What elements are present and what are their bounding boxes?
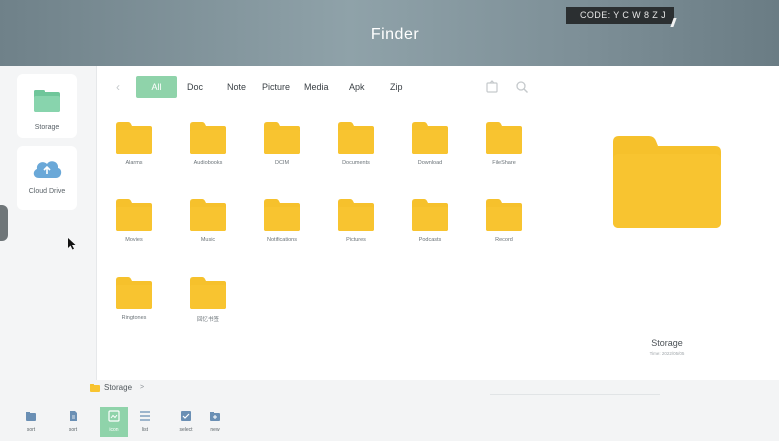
- sort-file-label: sort: [68, 427, 78, 433]
- folder-icon: [190, 277, 226, 309]
- folder-icon: [190, 122, 226, 154]
- select-icon: [181, 411, 191, 421]
- icon-view-button[interactable]: icon: [100, 407, 128, 437]
- bottom-bar: Storage > sort sort icon list select new: [0, 380, 779, 441]
- folder-icon: [190, 199, 226, 231]
- sort-folder-button[interactable]: sort: [20, 410, 42, 436]
- folder-name: 回忆书签: [196, 317, 219, 323]
- refresh-icon[interactable]: [485, 80, 499, 94]
- sidebar-item-label: Storage: [34, 124, 60, 131]
- sort-folder-label: sort: [26, 427, 36, 433]
- folder-name: DCIM: [274, 160, 290, 166]
- sidebar-item-storage[interactable]: Storage: [17, 74, 77, 138]
- folder-name: Download: [417, 160, 443, 166]
- side-drawer-handle[interactable]: [0, 205, 8, 241]
- file-browser: ‹ All Doc Note Picture Media Apk Zip Ala…: [97, 66, 779, 380]
- folder-item[interactable]: Movies: [97, 198, 157, 256]
- back-icon[interactable]: ‹: [111, 80, 125, 94]
- preview-name: Storage: [651, 338, 683, 348]
- folder-icon: [116, 277, 152, 309]
- new-folder-icon: [210, 412, 220, 421]
- divider: [490, 394, 660, 395]
- grid-view-icon: [108, 410, 120, 422]
- tab-note[interactable]: Note: [227, 80, 246, 94]
- search-icon[interactable]: [515, 80, 529, 94]
- preview-time: Time: 2022/05/05: [649, 351, 685, 356]
- list-view-icon: [140, 411, 150, 421]
- sidebar-item-label: Cloud Drive: [28, 188, 66, 195]
- tab-all[interactable]: All: [136, 76, 177, 98]
- new-folder-label: new: [210, 427, 220, 433]
- folder-item[interactable]: Notifications: [245, 198, 305, 256]
- folder-item[interactable]: Pictures: [319, 198, 379, 256]
- tab-media[interactable]: Media: [304, 80, 329, 94]
- code-badge: CODE: Y C W 8 Z J: [566, 7, 674, 24]
- cloud-icon: [33, 161, 62, 178]
- icon-view-label: icon: [109, 427, 119, 433]
- folder-name: Audiobooks: [193, 160, 223, 166]
- file-sort-icon: [70, 411, 77, 421]
- folder-name: Ringtones: [121, 315, 147, 321]
- tab-zip[interactable]: Zip: [390, 80, 403, 94]
- folder-name: Notifications: [267, 237, 297, 243]
- folder-item[interactable]: Alarms: [97, 121, 157, 179]
- folder-icon: [338, 122, 374, 154]
- select-label: select: [179, 427, 193, 433]
- folder-item[interactable]: DCIM: [245, 121, 305, 179]
- new-folder-button[interactable]: new: [204, 410, 226, 436]
- folder-icon: [412, 122, 448, 154]
- breadcrumb-folder-icon: [90, 384, 100, 392]
- preview-folder-icon: [613, 136, 721, 228]
- folder-sort-icon: [26, 412, 36, 421]
- folder-icon: [116, 122, 152, 154]
- folder-item[interactable]: Podcasts: [393, 198, 453, 256]
- sort-file-button[interactable]: sort: [62, 410, 84, 436]
- breadcrumb-separator: >: [140, 384, 145, 391]
- select-button[interactable]: select: [175, 410, 197, 436]
- folder-item[interactable]: Record: [467, 198, 527, 256]
- folder-name: FileShare: [492, 160, 516, 166]
- folder-name: Pictures: [346, 237, 366, 243]
- folder-item[interactable]: 回忆书签: [171, 276, 231, 334]
- folder-icon: [412, 199, 448, 231]
- folder-name: Documents: [342, 160, 370, 166]
- sidebar: Storage Cloud Drive: [0, 66, 97, 380]
- folder-icon: [338, 199, 374, 231]
- tab-picture[interactable]: Picture: [262, 80, 290, 94]
- folder-name: Alarms: [125, 160, 143, 166]
- folder-item[interactable]: Download: [393, 121, 453, 179]
- window-title: Finder: [370, 26, 420, 43]
- category-tabs: ‹ All Doc Note Picture Media Apk Zip: [97, 76, 557, 98]
- title-bar: Finder CODE: Y C W 8 Z J: [0, 0, 779, 66]
- folder-name: Podcasts: [418, 237, 442, 243]
- folder-icon: [116, 199, 152, 231]
- folder-icon: [486, 199, 522, 231]
- folder-icon: [264, 122, 300, 154]
- folder-item[interactable]: Documents: [319, 121, 379, 179]
- breadcrumb-label: Storage: [104, 383, 133, 392]
- folder-item[interactable]: Ringtones: [97, 276, 157, 334]
- folder-icon: [264, 199, 300, 231]
- folder-name: Record: [495, 237, 513, 243]
- sidebar-item-cloud-drive[interactable]: Cloud Drive: [17, 146, 77, 210]
- list-view-label: list: [141, 427, 149, 433]
- folder-name: Movies: [125, 237, 143, 243]
- folder-item[interactable]: Audiobooks: [171, 121, 231, 179]
- tab-apk[interactable]: Apk: [349, 80, 365, 94]
- list-view-button[interactable]: list: [134, 410, 156, 436]
- folder-name: Music: [200, 237, 216, 243]
- storage-icon: [34, 90, 60, 112]
- tab-doc[interactable]: Doc: [187, 80, 203, 94]
- folder-icon: [486, 122, 522, 154]
- folder-item[interactable]: FileShare: [467, 121, 527, 179]
- mouse-cursor-icon: [68, 238, 76, 250]
- folder-item[interactable]: Music: [171, 198, 231, 256]
